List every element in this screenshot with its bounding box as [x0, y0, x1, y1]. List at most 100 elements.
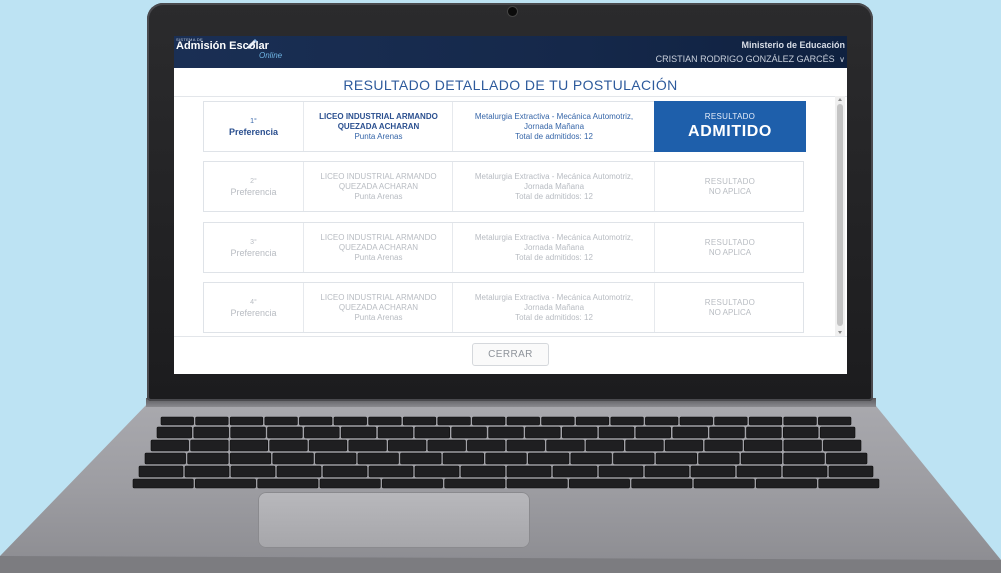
preference-card: 1° Preferencia LICEO INDUSTRIAL ARMANDO … — [203, 101, 806, 152]
career-admitted-total: Total de admitidos: 12 — [515, 191, 593, 201]
keyboard-key — [257, 478, 319, 489]
keyboard-key — [267, 426, 303, 439]
keyboard-key — [506, 416, 540, 426]
keyboard-key — [269, 439, 308, 452]
preference-number: 2° — [250, 177, 257, 185]
keyboard-key — [195, 478, 256, 489]
keyboard-key — [506, 465, 552, 478]
preference-card: 4° Preferencia LICEO INDUSTRIAL ARMANDO … — [203, 282, 804, 333]
keyboard-key — [402, 416, 437, 426]
career-info: Metalurgia Extractiva - Mecánica Automot… — [452, 162, 655, 211]
school-name-cont: QUEZADA ACHARAN — [338, 302, 419, 312]
keyboard-key — [819, 426, 856, 439]
keyboard-key — [655, 452, 697, 465]
preference-label: Preferencia — [230, 307, 277, 318]
user-name: CRISTIAN RODRIGO GONZÁLEZ GARCÉS — [655, 54, 835, 64]
career-shift: Jornada Mañana — [523, 242, 585, 252]
keyboard-key — [645, 416, 679, 426]
career-name: Metalurgia Extractiva - Mecánica Automot… — [474, 111, 634, 121]
preference-number: 4° — [250, 298, 257, 306]
result-value: NO APLICA — [708, 186, 752, 196]
keyboard-key — [828, 465, 874, 478]
school-city: Punta Arenas — [354, 131, 403, 141]
keyboard-key — [488, 426, 524, 439]
preference-label: Preferencia — [228, 126, 279, 137]
keyboard-key — [506, 439, 545, 452]
keyboard-key — [736, 465, 782, 478]
career-info: Metalurgia Extractiva - Mecánica Automot… — [452, 102, 655, 151]
keyboard-key — [541, 416, 575, 426]
keyboard-key — [132, 478, 194, 489]
keyboard-key — [308, 439, 348, 452]
user-menu[interactable]: CRISTIAN RODRIGO GONZÁLEZ GARCÉS ∨ — [656, 54, 845, 64]
preference-rank: 3° Preferencia — [204, 223, 303, 272]
keyboard-key — [740, 452, 783, 465]
keyboard — [132, 416, 880, 489]
result-info: RESULTADO NO APLICA — [654, 223, 805, 272]
keyboard-key — [193, 426, 229, 439]
school-info: LICEO INDUSTRIAL ARMANDO QUEZADA ACHARAN… — [303, 223, 453, 272]
divider — [174, 96, 847, 97]
keyboard-key — [748, 416, 783, 426]
keyboard-key — [625, 439, 664, 452]
scroll-thumb[interactable] — [837, 104, 843, 326]
keyboard-key — [570, 452, 612, 465]
result-info: RESULTADO NO APLICA — [654, 162, 805, 211]
keyboard-key — [442, 452, 485, 465]
keyboard-key — [427, 439, 466, 452]
keyboard-key — [230, 426, 266, 439]
keyboard-key — [322, 465, 368, 478]
keyboard-key — [783, 439, 822, 452]
keyboard-key — [368, 416, 402, 426]
app-header: SISTEMA DE Admisión Escolar Online Minis… — [174, 36, 847, 68]
keyboard-key — [782, 465, 828, 478]
keyboard-key — [664, 439, 704, 452]
keyboard-key — [144, 452, 186, 465]
keyboard-key — [319, 478, 381, 489]
keyboard-key — [187, 452, 229, 465]
results-scrollbar[interactable] — [835, 96, 845, 336]
result-label: RESULTADO — [704, 112, 756, 121]
preference-label: Preferencia — [230, 247, 277, 258]
keyboard-key — [138, 465, 184, 478]
school-city: Punta Arenas — [354, 191, 403, 201]
career-info: Metalurgia Extractiva - Mecánica Automot… — [452, 223, 655, 272]
keyboard-key — [746, 426, 782, 439]
keyboard-key — [264, 416, 298, 426]
career-shift: Jornada Mañana — [523, 302, 585, 312]
keyboard-key — [561, 426, 598, 439]
school-name-cont: QUEZADA ACHARAN — [337, 121, 420, 131]
keyboard-key — [714, 416, 748, 426]
career-name: Metalurgia Extractiva - Mecánica Automot… — [474, 292, 634, 302]
keyboard-key — [506, 478, 568, 489]
chevron-down-icon: ∨ — [839, 55, 845, 64]
keyboard-key — [467, 439, 506, 452]
keyboard-key — [414, 426, 450, 439]
keyboard-key — [150, 439, 189, 452]
keyboard-key — [823, 439, 862, 452]
keyboard-key — [229, 416, 264, 426]
keyboard-key — [698, 452, 740, 465]
career-admitted-total: Total de admitidos: 12 — [515, 131, 593, 141]
result-badge: RESULTADO ADMITIDO — [654, 101, 806, 152]
keyboard-key — [598, 465, 644, 478]
keyboard-key — [525, 426, 561, 439]
keyboard-key — [304, 426, 340, 439]
keyboard-key — [333, 416, 367, 426]
keyboard-key — [444, 478, 506, 489]
keyboard-key — [783, 416, 817, 426]
close-button[interactable]: CERRAR — [472, 343, 549, 366]
keyboard-key — [743, 439, 783, 452]
keyboard-key — [585, 439, 625, 452]
keyboard-key — [598, 426, 635, 439]
keyboard-key — [568, 478, 630, 489]
keyboard-key — [485, 452, 527, 465]
school-name-cont: QUEZADA ACHARAN — [338, 242, 419, 252]
pencil-icon — [247, 39, 257, 49]
scroll-up-icon[interactable] — [838, 98, 842, 101]
scroll-down-icon[interactable] — [838, 331, 842, 334]
keyboard-key — [755, 478, 817, 489]
keyboard-key — [613, 452, 655, 465]
school-city: Punta Arenas — [354, 252, 403, 262]
keyboard-key — [315, 452, 357, 465]
